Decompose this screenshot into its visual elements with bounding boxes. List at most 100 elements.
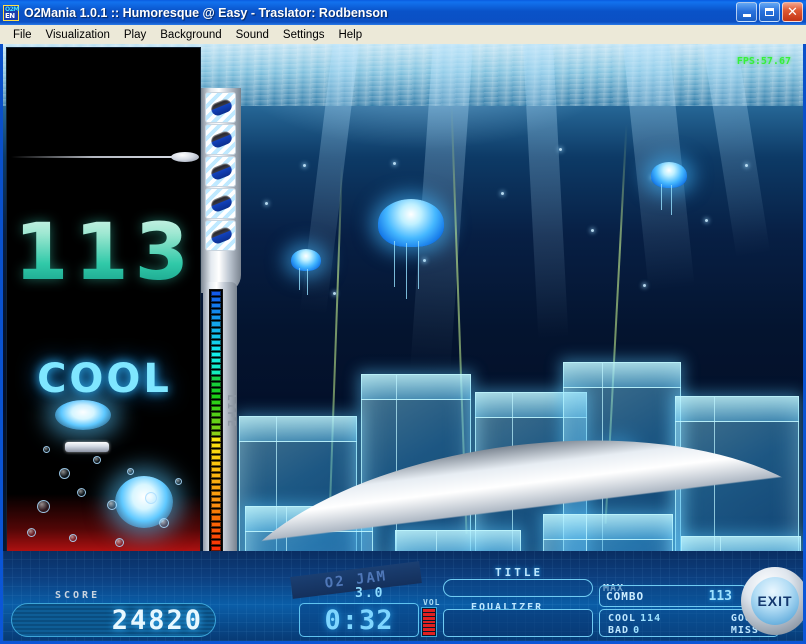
item-slot-5[interactable] [205,220,236,251]
life-segment [211,522,221,527]
title-label: TITLE [495,566,543,579]
jellyfish-upper-right [651,162,687,188]
life-segment [211,485,221,490]
life-segment [211,358,221,363]
life-segment [211,443,221,448]
judgement-text: COOL [7,356,201,402]
capsule-item-icon [209,194,233,214]
life-segment [211,291,221,296]
life-segment [211,412,221,417]
capsule-item-icon [209,226,233,246]
minimize-button[interactable] [736,2,757,22]
life-segment [211,437,221,442]
menu-item-help[interactable]: Help [331,27,369,43]
jellyfish-small [291,249,321,271]
cool-label: COOL [608,613,636,624]
life-segment [211,328,221,333]
life-segment [211,309,221,314]
max-combo-display: COMBO 113 [599,585,747,607]
volume-label: VOL [423,598,440,607]
life-segment [211,497,221,502]
life-segment [211,473,221,478]
life-segment [211,334,221,339]
life-segment [211,449,221,454]
measure-line-cap [171,152,199,162]
menu-item-background[interactable]: Background [153,27,228,43]
item-slot-3[interactable] [205,156,236,187]
equalizer-display [443,609,593,637]
life-segment [211,315,221,320]
item-slot-4[interactable] [205,188,236,219]
life-segment [211,431,221,436]
close-button[interactable]: ✕ [782,2,803,22]
time-display: 0:32 [299,603,419,637]
life-segment [211,370,221,375]
life-segment [211,303,221,308]
exit-button[interactable]: EXIT [751,577,799,625]
menu-item-play[interactable]: Play [117,27,153,43]
menu-item-file[interactable]: File [6,27,39,43]
note [65,442,109,452]
game-viewport: FPS:57.67 113 COOL [3,44,803,641]
window-controls: ✕ [736,2,803,22]
minimize-icon [743,14,751,17]
item-slot-2[interactable] [205,124,236,155]
life-segment [211,509,221,514]
life-segment [211,540,221,545]
life-segment [211,364,221,369]
life-segment [211,503,221,508]
measure-line [11,156,193,158]
life-segment [211,382,221,387]
o2mania-window: O2M EN O2Mania 1.0.1 :: Humoresque @ Eas… [0,0,806,644]
life-segment [211,321,221,326]
capsule-item-icon [209,162,233,182]
bad-label: BAD [608,625,629,636]
life-segment [211,461,221,466]
jellyfish-large [378,199,444,247]
life-segment [211,388,221,393]
cool-value: 114 [640,613,661,624]
life-segment [211,479,221,484]
life-segment [211,346,221,351]
close-icon: ✕ [787,6,798,19]
menu-item-sound[interactable]: Sound [229,27,276,43]
life-segment [211,297,221,302]
life-segment [211,425,221,430]
score-label: SCORE [55,590,100,601]
fps-counter: FPS:57.67 [737,56,791,67]
volume-meter[interactable] [421,607,437,637]
title-bar: O2M EN O2Mania 1.0.1 :: Humoresque @ Eas… [0,0,806,25]
time-value: 0:32 [324,605,393,636]
life-segment [211,352,221,357]
life-label: LIFE [225,394,238,429]
life-segment [211,340,221,345]
app-icon-glyph-bottom: EN [5,12,15,20]
speed-value: 3.0 [355,586,384,601]
max-combo-value: 113 [709,589,732,604]
life-segment [211,467,221,472]
life-segment [211,528,221,533]
menu-item-visualization[interactable]: Visualization [39,27,117,43]
life-segment [211,491,221,496]
title-display [443,579,593,597]
menu-item-settings[interactable]: Settings [276,27,332,43]
life-gauge [209,289,223,571]
bad-value: 0 [633,625,640,636]
score-display: 24820 [11,603,216,637]
life-segment [211,406,221,411]
item-slots[interactable] [205,92,238,252]
hud-bar: O2 JAM SCORE 24820 3.0 0:32 VOL TITLE EQ… [3,551,803,641]
maximize-icon [765,8,774,16]
life-segment [211,455,221,460]
app-icon: O2M EN [3,5,19,21]
capsule-item-icon [209,130,233,150]
item-slot-1[interactable] [205,92,236,123]
life-segment [211,394,221,399]
maximize-button[interactable] [759,2,780,22]
stats-row-bottom: BAD 0 MISS 0 [608,624,770,636]
note-playfield[interactable]: 113 COOL [6,47,201,573]
life-segment [211,534,221,539]
life-segment [211,418,221,423]
combo-label: COMBO [606,590,644,603]
life-segment [211,376,221,381]
